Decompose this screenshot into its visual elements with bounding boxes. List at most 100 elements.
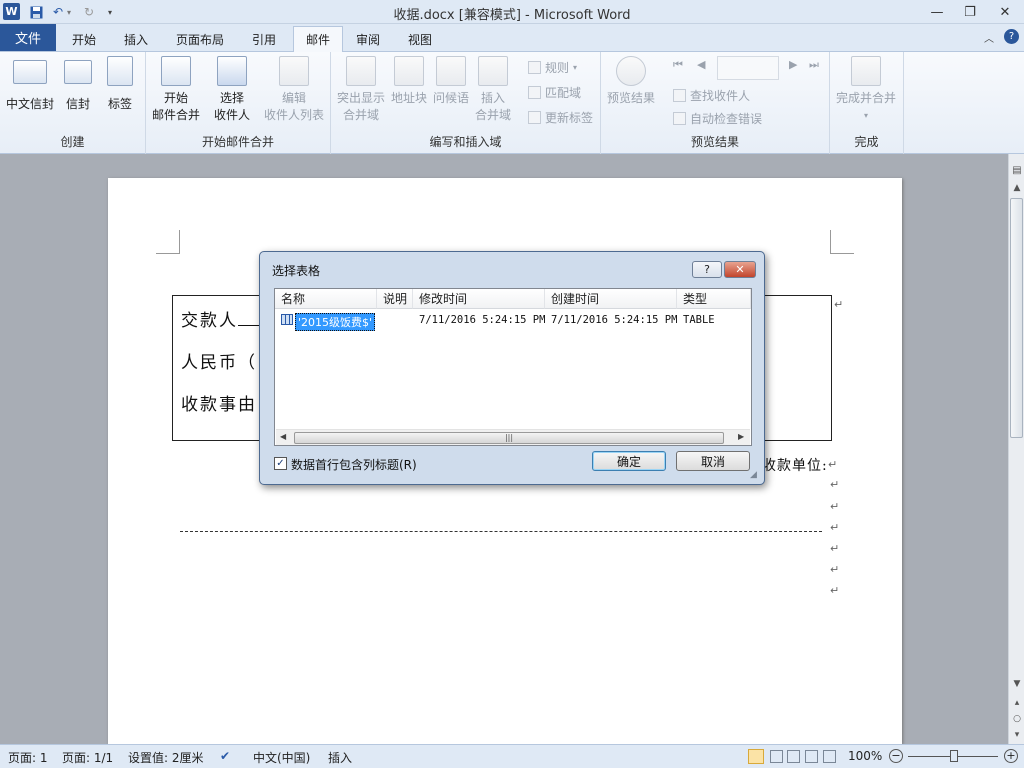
- find-recipient-button[interactable]: 查找收件人: [673, 86, 750, 104]
- finish-merge-button[interactable]: 完成并合并 ▾: [836, 56, 896, 124]
- vertical-scrollbar[interactable]: ▤ ▲ ▼ ▴ ○ ▾: [1008, 154, 1024, 744]
- column-header-created[interactable]: 创建时间: [545, 289, 677, 309]
- preview-results-button[interactable]: 预览结果: [607, 56, 655, 107]
- zoom-slider-thumb[interactable]: [950, 750, 958, 762]
- previous-record-icon[interactable]: ◀: [697, 58, 705, 71]
- scroll-down-icon[interactable]: ▼: [1009, 676, 1024, 692]
- tab-references[interactable]: 引用: [242, 26, 286, 52]
- title-bar: W ↶ ▾ ↻ ▾ 收据.docx [兼容模式] - Microsoft Wor…: [0, 0, 1024, 24]
- language-indicator[interactable]: 中文(中国): [253, 749, 310, 766]
- insert-mode[interactable]: 插入: [328, 749, 352, 766]
- greeting-line-button[interactable]: 问候语: [433, 56, 469, 107]
- row-name-cell[interactable]: '2015级饭费$': [295, 313, 376, 331]
- tab-home[interactable]: 开始: [62, 26, 106, 52]
- edit-recipient-list-button[interactable]: 编辑 收件人列表: [264, 56, 324, 124]
- chinese-envelope-button[interactable]: 中文信封: [6, 60, 54, 113]
- start-mail-merge-button[interactable]: 开始 邮件合并: [152, 56, 200, 124]
- column-header-description[interactable]: 说明: [377, 289, 413, 309]
- dialog-close-button[interactable]: ✕: [724, 261, 756, 278]
- close-window-button[interactable]: ✕: [990, 2, 1020, 22]
- greeting-label: 问候语: [433, 91, 470, 105]
- restore-button[interactable]: ❐: [955, 2, 985, 22]
- paragraph-mark: ↵: [830, 563, 840, 576]
- zoom-level[interactable]: 100%: [848, 749, 882, 763]
- column-header-name[interactable]: 名称: [275, 289, 377, 309]
- auto-check-errors-button[interactable]: 自动检查错误: [673, 109, 762, 127]
- next-record-icon[interactable]: ▶: [789, 58, 797, 71]
- recipients-icon: [217, 56, 247, 86]
- row-modified-cell: 7/11/2016 5:24:15 PM: [419, 314, 546, 326]
- cancel-button[interactable]: 取消: [676, 451, 750, 471]
- scroll-thumb[interactable]: [1010, 198, 1023, 438]
- scroll-up-icon[interactable]: ▲: [1009, 180, 1024, 196]
- setting-value[interactable]: 设置值: 2厘米: [128, 749, 204, 766]
- group-write-insert: 突出显示 合并域 地址块 问候语 插入 合并域 规则 ▾ 匹配域 更新标签 编写和…: [331, 52, 601, 154]
- rules-button[interactable]: 规则 ▾: [528, 58, 577, 76]
- column-header-modified[interactable]: 修改时间: [413, 289, 545, 309]
- row-created-cell: 7/11/2016 5:24:15 PM: [551, 314, 678, 326]
- last-record-icon[interactable]: ⏭: [809, 58, 819, 72]
- outline-view-icon[interactable]: [805, 750, 818, 763]
- envelope-icon: [64, 60, 92, 84]
- match-fields-icon: [528, 85, 541, 99]
- record-number-input[interactable]: [717, 56, 779, 80]
- column-header-type[interactable]: 类型: [677, 289, 751, 309]
- match-fields-button[interactable]: 匹配域: [528, 83, 581, 101]
- update-labels-button[interactable]: 更新标签: [528, 108, 593, 126]
- browse-object-icon[interactable]: ○: [1009, 711, 1024, 727]
- tab-mailings[interactable]: 邮件: [293, 26, 344, 52]
- zoom-in-button[interactable]: +: [1004, 749, 1018, 763]
- edit-list-icon: [279, 56, 309, 86]
- find-icon: [673, 88, 686, 102]
- minimize-button[interactable]: —: [922, 2, 952, 22]
- spell-check-icon[interactable]: ✔: [220, 749, 230, 763]
- collapse-ribbon-icon[interactable]: ︿: [984, 30, 994, 45]
- tab-review[interactable]: 审阅: [346, 26, 390, 52]
- header-row-checkbox-label[interactable]: 数据首行包含列标题(R): [291, 456, 417, 473]
- select-recipients-button[interactable]: 选择 收件人: [214, 56, 250, 124]
- dialog-help-button[interactable]: ?: [692, 261, 722, 278]
- horizontal-scroll-thumb[interactable]: |||: [294, 432, 724, 444]
- tab-insert[interactable]: 插入: [114, 26, 158, 52]
- group-preview: 预览结果 ⏮ ◀ ▶ ⏭ 查找收件人 自动检查错误 预览结果: [601, 52, 830, 154]
- header-row-checkbox[interactable]: ✓: [274, 457, 287, 470]
- scroll-right-icon[interactable]: ▶: [738, 432, 744, 441]
- draft-view-icon[interactable]: [823, 750, 836, 763]
- page-count[interactable]: 页面: 1/1: [62, 749, 113, 766]
- envelope-button[interactable]: 信封: [64, 60, 92, 113]
- paragraph-mark: ↵: [834, 298, 844, 311]
- tab-file[interactable]: 文件: [0, 24, 56, 51]
- address-block-button[interactable]: 地址块: [391, 56, 427, 107]
- first-record-icon[interactable]: ⏮: [673, 58, 683, 72]
- web-layout-icon[interactable]: [787, 750, 800, 763]
- insert-merge-field-button[interactable]: 插入 合并域: [475, 56, 511, 124]
- group-start-merge: 开始 邮件合并 选择 收件人 编辑 收件人列表 开始邮件合并: [146, 52, 331, 154]
- help-icon[interactable]: ?: [1004, 29, 1019, 44]
- highlight-merge-fields-button[interactable]: 突出显示 合并域: [337, 56, 385, 124]
- tab-view[interactable]: 视图: [398, 26, 442, 52]
- tables-listview[interactable]: 名称 说明 修改时间 创建时间 类型 '2015级饭费$' 7/11/2016 …: [274, 288, 752, 446]
- full-screen-reading-icon[interactable]: [770, 750, 783, 763]
- print-layout-view-icon[interactable]: [748, 749, 764, 764]
- dotted-cut-line: [180, 531, 822, 532]
- payer-label: 交款人: [181, 311, 238, 331]
- page-indicator[interactable]: 页面: 1: [8, 749, 48, 766]
- next-page-icon[interactable]: ▾: [1009, 727, 1024, 743]
- select-recipients-label-2: 收件人: [214, 108, 251, 122]
- labels-label: 标签: [107, 97, 132, 111]
- edit-list-label-2: 收件人列表: [264, 108, 325, 122]
- find-recipient-label: 查找收件人: [690, 88, 751, 103]
- scroll-left-icon[interactable]: ◀: [280, 432, 286, 441]
- ok-button[interactable]: 确定: [592, 451, 666, 471]
- tab-page-layout[interactable]: 页面布局: [166, 26, 234, 52]
- labels-button[interactable]: 标签: [107, 56, 133, 113]
- resize-grip-icon[interactable]: ◢: [750, 470, 757, 480]
- horizontal-scrollbar[interactable]: ◀ ||| ▶: [276, 429, 750, 445]
- ruler-toggle-icon[interactable]: ▤: [1009, 162, 1024, 178]
- preview-magnifier-icon: [616, 56, 646, 86]
- edit-list-label-1: 编辑: [282, 91, 307, 105]
- table-row[interactable]: '2015级饭费$' 7/11/2016 5:24:15 PM 7/11/201…: [275, 311, 751, 331]
- zoom-out-button[interactable]: −: [889, 749, 903, 763]
- previous-page-icon[interactable]: ▴: [1009, 695, 1024, 711]
- highlight-label-2: 合并域: [343, 108, 380, 122]
